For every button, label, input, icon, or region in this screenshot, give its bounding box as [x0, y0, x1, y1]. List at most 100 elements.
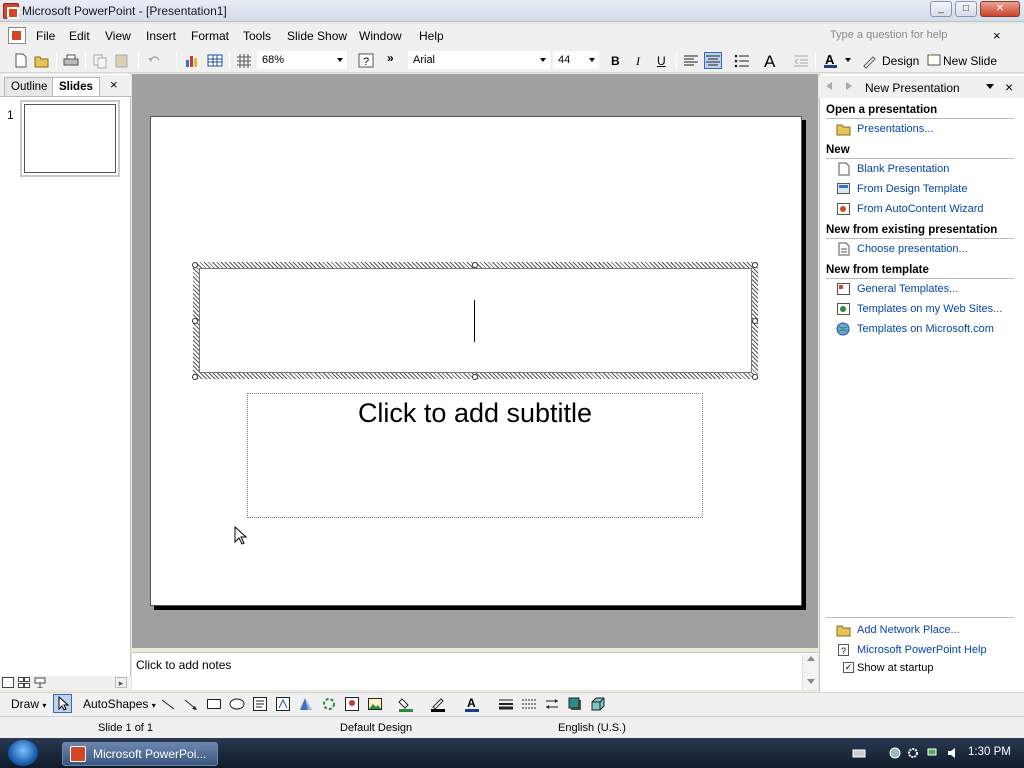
help-icon[interactable]: ?	[357, 52, 375, 69]
tray-keyboard-icon[interactable]	[852, 746, 866, 760]
tab-slides[interactable]: Slides	[52, 77, 100, 96]
resize-handle[interactable]	[192, 318, 198, 324]
task-pane-menu-icon[interactable]	[986, 84, 994, 89]
show-grid-icon[interactable]	[235, 52, 253, 69]
tray-volume-icon[interactable]	[946, 746, 960, 760]
menu-file[interactable]: File	[36, 29, 55, 43]
tray-clock-icon[interactable]	[888, 746, 902, 760]
insert-chart-icon[interactable]	[183, 52, 201, 69]
help-search-input[interactable]: Type a question for help	[826, 28, 1006, 44]
menu-help[interactable]: Help	[419, 29, 444, 43]
line-color-icon[interactable]	[430, 696, 446, 712]
insert-picture-icon[interactable]	[367, 696, 383, 712]
resize-handle[interactable]	[752, 374, 758, 380]
resize-handle[interactable]	[192, 374, 198, 380]
menu-slide-show[interactable]: Slide Show	[287, 29, 347, 43]
zoom-select[interactable]: 68%	[257, 51, 347, 69]
undo-icon[interactable]	[145, 52, 163, 69]
task-pane-close-button[interactable]: ×	[1005, 79, 1013, 95]
increase-font-size-icon[interactable]: A	[763, 52, 781, 69]
tab-outline[interactable]: Outline	[4, 77, 55, 96]
link-choose-presentation[interactable]: Choose presentation...	[857, 243, 968, 255]
underline-button[interactable]: U	[657, 54, 666, 68]
menu-window[interactable]: Window	[359, 29, 402, 43]
restore-button[interactable]: □	[955, 1, 977, 17]
new-slide-button[interactable]: New Slide	[943, 54, 997, 68]
slide-show-view-icon[interactable]	[34, 677, 46, 688]
bullets-icon[interactable]	[733, 52, 751, 69]
notes-pane[interactable]	[132, 652, 818, 690]
menu-tools[interactable]: Tools	[243, 29, 271, 43]
close-window-button[interactable]: ✕	[980, 1, 1020, 17]
menu-view[interactable]: View	[105, 29, 131, 43]
taskbar-clock[interactable]: 1:30 PM	[968, 746, 1011, 758]
resize-handle[interactable]	[472, 262, 478, 268]
show-at-startup-checkbox[interactable]: ✓	[843, 662, 854, 673]
insert-clip-art-icon[interactable]	[344, 696, 360, 712]
copy-icon[interactable]	[91, 52, 109, 69]
link-templates-web-sites[interactable]: Templates on my Web Sites...	[857, 303, 1002, 315]
italic-button[interactable]: I	[636, 54, 640, 69]
paste-icon[interactable]	[113, 52, 131, 69]
notes-scrollbar[interactable]	[802, 654, 818, 690]
link-powerpoint-help[interactable]: Microsoft PowerPoint Help	[857, 644, 987, 656]
link-blank-presentation[interactable]: Blank Presentation	[857, 163, 949, 175]
tray-network-icon[interactable]	[926, 746, 940, 760]
print-icon[interactable]	[62, 52, 80, 69]
document-icon[interactable]	[8, 27, 26, 44]
resize-handle[interactable]	[472, 374, 478, 380]
rectangle-tool-icon[interactable]	[206, 696, 222, 712]
title-placeholder[interactable]	[199, 268, 752, 373]
font-color-dropdown-icon[interactable]	[845, 58, 851, 62]
slide-sorter-view-icon[interactable]	[18, 677, 30, 688]
scroll-right-icon[interactable]: ▸	[115, 677, 127, 688]
org-chart-icon[interactable]	[321, 696, 337, 712]
draw-menu-button[interactable]: Draw ▾	[11, 697, 46, 711]
minimize-button[interactable]: _	[930, 1, 952, 17]
line-tool-icon[interactable]	[160, 696, 176, 712]
link-general-templates[interactable]: General Templates...	[857, 283, 958, 295]
open-folder-icon[interactable]	[33, 52, 51, 69]
tray-gear-icon[interactable]	[906, 746, 920, 760]
toolbar-overflow-button[interactable]: »	[387, 51, 394, 65]
new-slide-icon[interactable]	[925, 52, 943, 69]
font-size-select[interactable]: 44	[553, 51, 599, 69]
shadow-style-icon[interactable]	[567, 696, 583, 712]
text-box-icon[interactable]	[252, 696, 268, 712]
insert-wordart-icon[interactable]	[275, 696, 291, 712]
3d-style-icon[interactable]	[590, 696, 606, 712]
menu-format[interactable]: Format	[191, 29, 229, 43]
forward-arrow-icon[interactable]	[846, 82, 852, 90]
font-family-select[interactable]: Arial	[408, 51, 550, 69]
autoshapes-menu-button[interactable]: AutoShapes ▾	[83, 697, 156, 711]
line-style-icon[interactable]	[498, 696, 514, 712]
dash-style-icon[interactable]	[521, 696, 537, 712]
oval-tool-icon[interactable]	[229, 696, 245, 712]
normal-view-icon[interactable]	[2, 677, 14, 688]
resize-handle[interactable]	[752, 262, 758, 268]
arrow-style-icon[interactable]	[544, 696, 560, 712]
new-document-icon[interactable]	[12, 52, 30, 69]
select-objects-icon[interactable]	[53, 694, 72, 713]
link-from-design-template[interactable]: From Design Template	[857, 183, 967, 195]
powerpoint-app-icon[interactable]	[3, 3, 19, 19]
resize-handle[interactable]	[192, 262, 198, 268]
bold-button[interactable]: B	[611, 54, 620, 68]
insert-table-icon[interactable]	[206, 52, 224, 69]
menu-insert[interactable]: Insert	[146, 29, 176, 43]
link-templates-microsoft-com[interactable]: Templates on Microsoft.com	[857, 323, 994, 335]
design-icon[interactable]	[861, 52, 879, 69]
close-document-button[interactable]: ×	[993, 28, 1001, 43]
fill-color-icon[interactable]	[398, 696, 414, 712]
draw-font-color-icon[interactable]: A	[464, 696, 480, 712]
align-left-icon[interactable]	[682, 52, 700, 69]
slide-thumbnail[interactable]	[20, 100, 120, 177]
resize-handle[interactable]	[752, 318, 758, 324]
font-color-icon[interactable]: A	[822, 52, 840, 69]
align-center-icon[interactable]	[704, 52, 722, 69]
arrow-tool-icon[interactable]	[183, 696, 199, 712]
link-presentations[interactable]: Presentations...	[857, 123, 933, 135]
insert-diagram-icon[interactable]	[298, 696, 314, 712]
menu-edit[interactable]: Edit	[69, 29, 90, 43]
close-pane-button[interactable]: ×	[110, 77, 118, 92]
